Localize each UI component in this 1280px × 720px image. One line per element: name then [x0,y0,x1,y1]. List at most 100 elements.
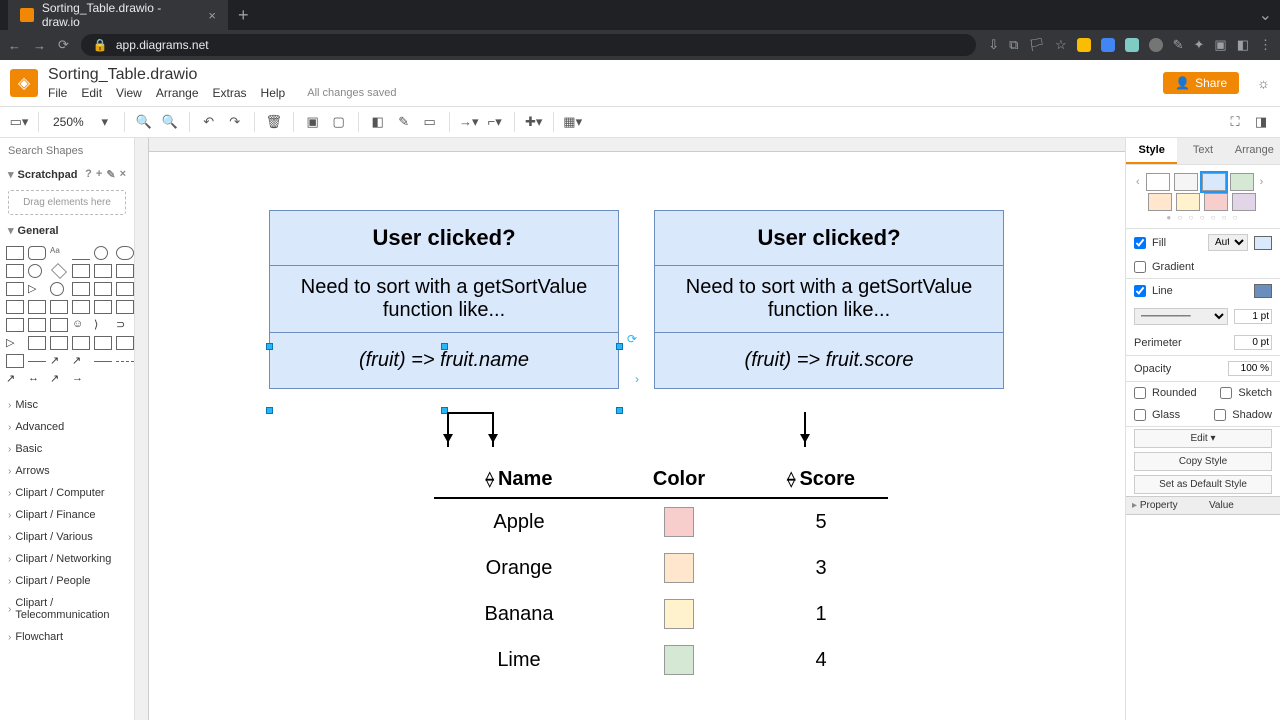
ext-icon[interactable]: ⧉ [1009,37,1018,53]
shape-round[interactable] [116,246,134,260]
diagram-table[interactable]: △▽ Name Color △▽ Score Apple 5Orange 3Ba… [434,462,888,683]
ext-icon[interactable]: 🏳 [1028,37,1045,53]
shape-ellipse[interactable] [94,246,108,260]
plus-icon[interactable]: + [96,168,102,181]
zoom-in-icon[interactable]: 🔍 [133,111,155,133]
table-row[interactable]: Lime 4 [434,637,888,683]
gradient-checkbox[interactable] [1134,261,1146,273]
shape[interactable] [50,336,68,350]
perimeter-input[interactable] [1234,335,1272,350]
arrow-connector[interactable] [447,412,494,414]
shape[interactable] [6,264,24,278]
search-shapes-input[interactable] [8,145,135,157]
category-item[interactable]: Clipart / Finance [0,504,134,526]
selection-handle[interactable] [616,407,623,414]
shape[interactable] [94,282,112,296]
ext-icon[interactable] [1101,38,1115,52]
diagram-box-left[interactable]: User clicked? Need to sort with a getSor… [269,210,619,389]
table-row[interactable]: Banana 1 [434,591,888,637]
shape-rect[interactable] [6,246,24,260]
shape[interactable] [94,300,112,314]
shape-text[interactable] [72,246,90,260]
fill-color-swatch[interactable] [1254,236,1272,250]
category-item[interactable]: Clipart / Computer [0,482,134,504]
redo-icon[interactable]: ↷ [224,111,246,133]
sketch-checkbox[interactable] [1220,387,1232,399]
shape[interactable] [116,336,134,350]
arrow-connector[interactable] [804,412,806,447]
ext-icon[interactable] [1077,38,1091,52]
shape[interactable] [28,264,42,278]
shape[interactable] [72,300,90,314]
format-panel-icon[interactable]: ◨ [1250,111,1272,133]
add-icon[interactable]: ✚▾ [523,111,545,133]
category-item[interactable]: Flowchart [0,626,134,648]
category-item[interactable]: Clipart / Networking [0,548,134,570]
shape-text[interactable]: Aa [50,246,68,260]
sort-icon[interactable]: △▽ [486,473,494,487]
line-checkbox[interactable] [1134,285,1146,297]
connect-arrow-icon[interactable]: › [635,372,639,386]
ext-icon[interactable]: ▣ [1214,37,1226,53]
chevron-down-icon[interactable]: ▾ [8,224,14,237]
edit-icon[interactable]: ✎ [106,168,115,181]
palette-swatch[interactable] [1202,173,1226,191]
shape-dashed[interactable] [116,361,134,362]
close-icon[interactable]: × [120,168,126,181]
undo-icon[interactable]: ↶ [198,111,220,133]
palette-swatch[interactable] [1146,173,1170,191]
canvas[interactable]: User clicked? Need to sort with a getSor… [149,152,1125,720]
shape[interactable] [50,318,68,332]
table-icon[interactable]: ▦▾ [562,111,584,133]
set-default-button[interactable]: Set as Default Style [1134,475,1272,494]
shape[interactable] [50,300,68,314]
ext-icon[interactable]: ⇩ [988,37,999,53]
ext-icon[interactable]: ◧ [1237,37,1249,53]
menu-icon[interactable]: ⋮ [1259,37,1272,53]
url-bar[interactable]: 🔒 app.diagrams.net [81,34,976,56]
shape[interactable] [28,361,46,362]
window-chevron-icon[interactable]: ⌄ [1259,5,1272,25]
menu-arrange[interactable]: Arrange [156,86,199,100]
share-button[interactable]: 👤 Share [1163,72,1239,94]
edit-style-button[interactable]: Edit ▾ [1134,429,1272,448]
palette-swatch[interactable] [1148,193,1172,211]
zoom-out-icon[interactable]: 🔍 [159,111,181,133]
palette-next-icon[interactable]: › [1258,176,1266,188]
menu-file[interactable]: File [48,86,67,100]
reload-icon[interactable]: ⟳ [58,37,69,53]
zoom-dropdown-icon[interactable]: ▾ [94,111,116,133]
delete-icon[interactable]: 🗑 [263,111,285,133]
category-item[interactable]: Arrows [0,460,134,482]
shape-diamond[interactable] [51,263,67,279]
to-front-icon[interactable]: ▣ [302,111,324,133]
canvas-area[interactable]: User clicked? Need to sort with a getSor… [135,138,1125,720]
fill-mode-select[interactable]: Auto [1208,234,1248,251]
shape[interactable] [94,336,112,350]
shape[interactable] [116,282,134,296]
diagram-box-right[interactable]: User clicked? Need to sort with a getSor… [654,210,1004,389]
tab-style[interactable]: Style [1126,138,1177,164]
arrow-connector[interactable] [447,412,449,447]
arrow-connector[interactable] [492,412,494,447]
shape[interactable] [28,300,46,314]
rounded-checkbox[interactable] [1134,387,1146,399]
copy-style-button[interactable]: Copy Style [1134,452,1272,471]
palette-pager[interactable]: ● ○ ○ ○ ○ ○ ○ [1126,213,1280,228]
fullscreen-icon[interactable]: ⛶ [1224,111,1246,133]
scratchpad-dropzone[interactable]: Drag elements here [8,190,126,215]
rotate-handle-icon[interactable]: ⟳ [627,332,637,346]
shape[interactable] [116,264,134,278]
shape[interactable] [72,282,90,296]
shape[interactable] [6,354,24,368]
category-item[interactable]: Clipart / People [0,570,134,592]
category-item[interactable]: Clipart / Telecommunication [0,592,134,626]
palette-swatch[interactable] [1204,193,1228,211]
menu-help[interactable]: Help [261,86,286,100]
category-item[interactable]: Clipart / Various [0,526,134,548]
glass-checkbox[interactable] [1134,409,1146,421]
shape[interactable] [116,300,134,314]
shape-rounded[interactable] [28,246,46,260]
menu-edit[interactable]: Edit [81,86,102,100]
shape[interactable] [28,318,46,332]
